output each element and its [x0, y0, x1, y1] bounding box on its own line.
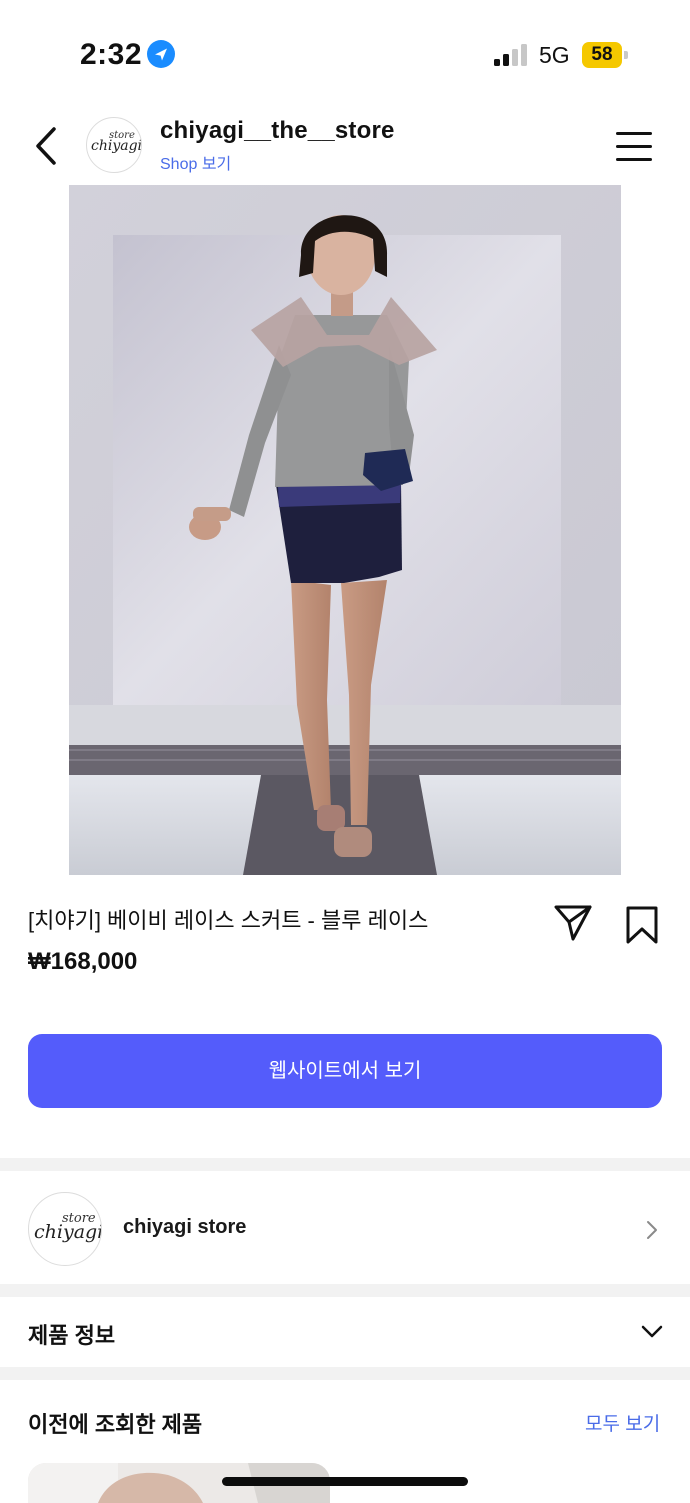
view-all-link[interactable]: 모두 보기 [585, 1409, 660, 1436]
recently-viewed-label: 이전에 조회한 제품 [28, 1412, 203, 1437]
store-name[interactable]: chiyagi store [123, 1216, 246, 1239]
product-info-label[interactable]: 제품 정보 [28, 1318, 115, 1350]
cellular-signal-icon [494, 44, 527, 66]
battery-icon: 58 [582, 42, 628, 68]
location-arrow-icon [147, 40, 175, 68]
section-divider [0, 1284, 690, 1297]
paper-plane-icon[interactable] [553, 903, 593, 943]
battery-level: 58 [591, 44, 613, 65]
shop-name[interactable]: chiyagi__the__store [160, 117, 395, 145]
shop-avatar[interactable]: store chiyagi [86, 117, 142, 173]
product-image[interactable] [69, 185, 621, 875]
section-divider [0, 1367, 690, 1380]
logo-main-text: chiyagi [91, 138, 142, 154]
logo-main-text: chiyagi [34, 1221, 102, 1243]
network-type: 5G [539, 42, 570, 68]
shop-link[interactable]: Shop 보기 [160, 150, 231, 174]
back-button[interactable] [30, 124, 64, 168]
hamburger-menu-icon[interactable] [616, 132, 652, 162]
section-divider [0, 1158, 690, 1171]
status-time: 2:32 [80, 38, 143, 71]
product-price: ₩168,000 [28, 948, 138, 975]
chevron-right-icon[interactable] [645, 1219, 659, 1241]
home-indicator[interactable] [222, 1477, 468, 1486]
product-title: [치야기] 베이비 레이스 스커트 - 블루 레이스 [28, 908, 429, 933]
store-avatar[interactable]: store chiyagi [28, 1192, 102, 1266]
chevron-down-icon[interactable] [640, 1324, 664, 1340]
view-on-website-button[interactable]: 웹사이트에서 보기 [28, 1034, 662, 1108]
bookmark-icon[interactable] [624, 905, 660, 945]
